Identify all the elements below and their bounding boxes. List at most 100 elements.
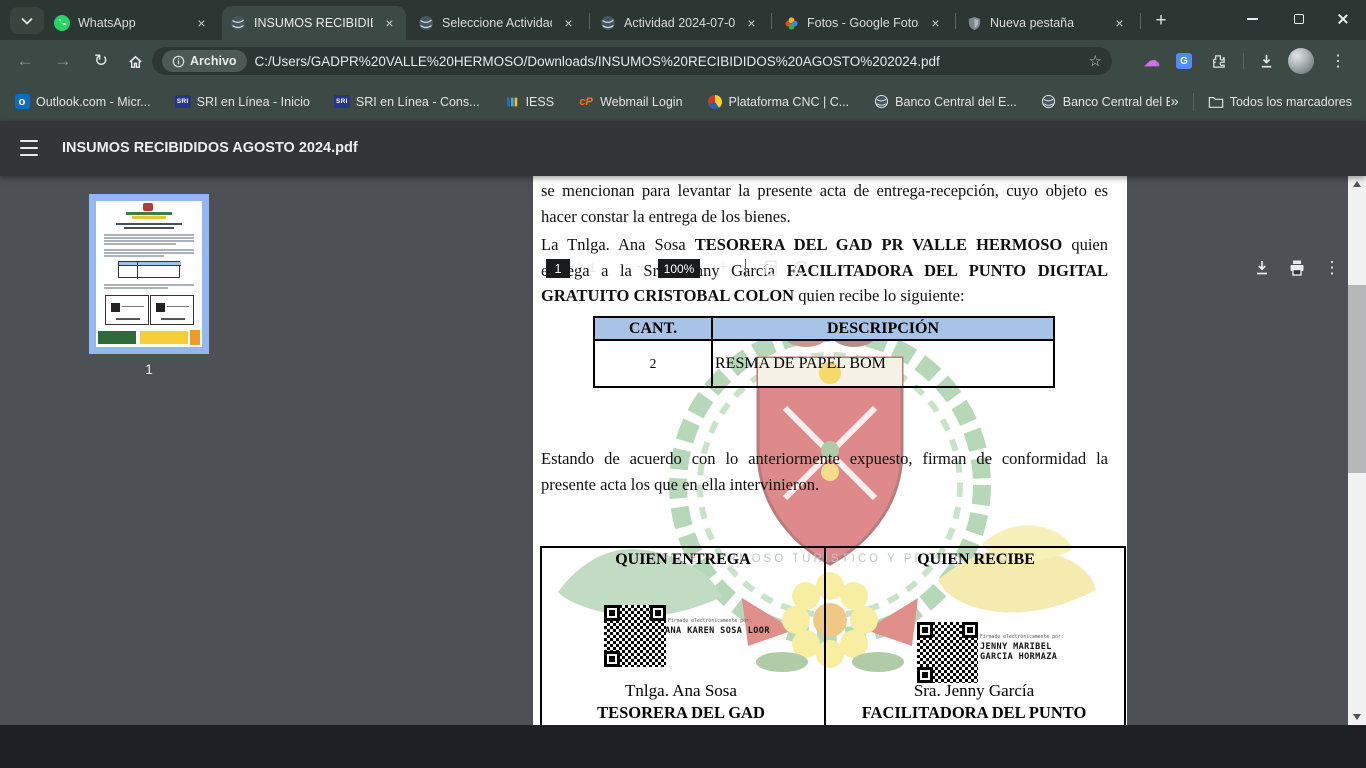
bookmark-sri-inicio[interactable]: SRI SRI en Línea - Inicio	[175, 94, 310, 110]
tab-close-button[interactable]: ×	[927, 15, 944, 32]
signer-name-right: Sra. Jenny García	[822, 681, 1126, 701]
tab-divider	[1140, 13, 1141, 29]
globe-favicon-icon	[230, 15, 246, 31]
table-header-descripcion: DESCRIPCIÓN	[712, 317, 1054, 340]
address-bar[interactable]: Archivo C:/Users/GADPR%20VALLE%20HERMOSO…	[152, 47, 1112, 75]
tab-close-button[interactable]: ×	[560, 15, 577, 32]
globe-favicon-icon	[600, 15, 616, 31]
back-button[interactable]: ←	[10, 46, 40, 76]
scroll-down-button[interactable]	[1348, 709, 1366, 725]
bookmark-label: SRI en Línea - Cons...	[356, 95, 480, 109]
translate-icon: G	[1176, 53, 1192, 69]
chevron-down-icon	[21, 17, 33, 25]
download-icon	[1258, 53, 1275, 70]
globe-favicon-icon	[873, 94, 889, 110]
pdf-more-options-button[interactable]: ⋮	[1319, 255, 1345, 281]
print-icon	[1288, 259, 1306, 277]
thumbnail-page-preview	[96, 201, 202, 347]
extension-cloud-button[interactable]: ☁	[1140, 49, 1164, 73]
doc-paragraph-3: Estando de acuerdo con lo anteriormente …	[541, 446, 1108, 497]
globe-favicon-icon	[418, 15, 434, 31]
desktop-screen: WhatsApp × INSUMOS RECIBIDID × Seleccion…	[0, 0, 1366, 768]
pdf-print-button[interactable]	[1284, 255, 1310, 281]
pdf-viewer-toolbar: INSUMOS RECIBIDIDOS AGOSTO 2024.pdf 1 / …	[0, 121, 1366, 176]
rotate-icon	[792, 259, 810, 277]
tab-close-button[interactable]: ×	[743, 15, 760, 32]
bookmarks-bar: o Outlook.com - Micr... SRI SRI en Línea…	[0, 82, 1366, 121]
esign-name-right-line1: JENNY MARIBEL	[980, 642, 1052, 652]
profile-avatar[interactable]	[1288, 48, 1314, 74]
esign-name-left: ANA KAREN SOSA LOOR	[665, 626, 770, 636]
page-total: 1	[589, 261, 596, 275]
pdf-document-title: INSUMOS RECIBIDIDOS AGOSTO 2024.pdf	[62, 140, 358, 156]
file-scheme-chip[interactable]: Archivo	[162, 50, 247, 72]
tab-close-button[interactable]: ×	[193, 15, 210, 32]
tab-actividad[interactable]: Actividad 2024-07-05 ×	[592, 6, 768, 40]
zoom-in-button[interactable]: +	[712, 257, 734, 279]
tab-google-fotos[interactable]: Fotos - Google Fotos ×	[775, 6, 952, 40]
page-thumbnail[interactable]	[89, 194, 209, 354]
bookmark-label: Banco Central del E...	[1063, 95, 1185, 109]
home-button[interactable]	[120, 46, 150, 76]
bookmark-banco-central-1[interactable]: Banco Central del E...	[873, 94, 1017, 110]
tab-divider	[589, 13, 590, 29]
tab-title: Seleccione Actividad	[442, 16, 552, 30]
pdf-page: VALLE HERMOSO TURÍSTICO Y PRODUCTIVO se …	[533, 176, 1127, 725]
tab-nueva-pestana[interactable]: Nueva pestaña ×	[958, 6, 1136, 40]
bookmark-plataforma-cnc[interactable]: Plataforma CNC | C...	[707, 94, 850, 110]
window-maximize-button[interactable]	[1276, 0, 1322, 38]
url-text: C:/Users/GADPR%20VALLE%20HERMOSO/Downloa…	[255, 54, 1081, 69]
bookmark-webmail[interactable]: cP Webmail Login	[578, 94, 682, 110]
browser-toolbar: ← → ↻ Archivo C:/Users/GADPR%20VALLE%20H…	[0, 40, 1366, 82]
triangle-up-icon	[1353, 181, 1361, 187]
thumbnail-page-number: 1	[89, 362, 209, 377]
signer-role-right: FACILITADORA DEL PUNTO	[822, 703, 1126, 723]
bookmark-star-icon[interactable]: ☆	[1089, 52, 1102, 70]
tab-close-button[interactable]: ×	[1111, 15, 1128, 32]
new-tab-button[interactable]: +	[1148, 8, 1174, 34]
signer-name-left: Tnlga. Ana Sosa	[540, 681, 822, 701]
outlook-icon: o	[14, 94, 30, 110]
pdf-toolbar-divider	[745, 259, 746, 277]
reload-button[interactable]: ↻	[86, 46, 116, 76]
all-bookmarks-button[interactable]: Todos los marcadores	[1208, 94, 1352, 110]
page-number-input[interactable]: 1	[546, 259, 570, 278]
vertical-scrollbar[interactable]	[1348, 176, 1366, 725]
tab-title: INSUMOS RECIBIDID	[254, 16, 373, 30]
pdf-menu-button[interactable]	[20, 140, 40, 156]
page-separator: /	[576, 261, 579, 275]
bookmark-outlook[interactable]: o Outlook.com - Micr...	[14, 94, 151, 110]
forward-button[interactable]: →	[48, 46, 78, 76]
tab-seleccione-actividad[interactable]: Seleccione Actividad ×	[410, 6, 585, 40]
tab-search-button[interactable]	[10, 7, 44, 34]
tab-title: Actividad 2024-07-05	[624, 16, 735, 30]
bookmark-sri-consultas[interactable]: SRI SRI en Línea - Cons...	[334, 94, 480, 110]
browser-menu-button[interactable]: ⋮	[1326, 49, 1350, 73]
extension-translate-button[interactable]: G	[1172, 49, 1196, 73]
tab-title: WhatsApp	[78, 16, 185, 30]
folder-icon	[1208, 94, 1224, 110]
window-minimize-button[interactable]	[1229, 0, 1275, 38]
qr-code-signature-right	[917, 622, 978, 683]
fit-to-page-button[interactable]	[758, 255, 784, 281]
tab-close-button[interactable]: ×	[381, 15, 398, 32]
pdf-download-button[interactable]	[1249, 255, 1275, 281]
downloads-button[interactable]	[1254, 49, 1278, 73]
bookmark-banco-central-2[interactable]: Banco Central del E...	[1041, 94, 1185, 110]
tab-insumos-pdf-active[interactable]: INSUMOS RECIBIDID ×	[222, 6, 406, 40]
bookmark-iess[interactable]: IESS	[504, 94, 555, 110]
toolbar-divider	[1243, 53, 1244, 69]
tab-whatsapp[interactable]: WhatsApp ×	[46, 6, 218, 40]
window-close-button[interactable]	[1320, 0, 1366, 38]
zoom-out-button[interactable]: −	[630, 257, 652, 279]
doc-paragraph-2: La Tnlga. Ana Sosa TESORERA DEL GAD PR V…	[541, 232, 1108, 309]
scrollbar-thumb[interactable]	[1348, 285, 1366, 473]
globe-favicon-icon	[1041, 94, 1057, 110]
triangle-down-icon	[1353, 714, 1361, 720]
iess-icon	[504, 94, 520, 110]
info-icon	[172, 55, 185, 68]
overflow-bookmarks-button[interactable]: »	[1170, 93, 1178, 110]
scroll-up-button[interactable]	[1348, 176, 1366, 192]
extensions-puzzle-button[interactable]	[1206, 49, 1230, 73]
rotate-button[interactable]	[788, 255, 814, 281]
